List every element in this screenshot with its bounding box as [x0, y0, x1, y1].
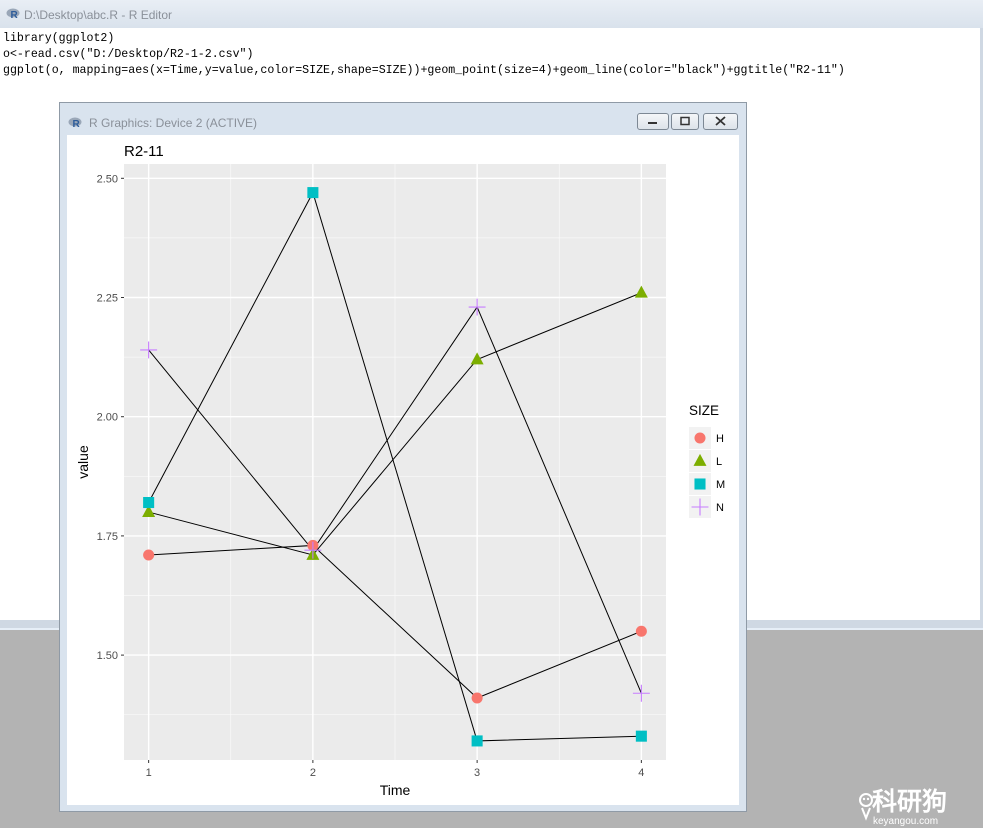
y-tick-label: 2.50 [97, 173, 118, 185]
data-point-H [635, 625, 647, 637]
legend-title: SIZE [689, 403, 719, 418]
y-tick-label: 2.25 [97, 293, 118, 305]
editor-title: D:\Desktop\abc.R - R Editor [24, 8, 173, 22]
watermark-text: 科研狗 [872, 788, 948, 816]
r-logo-icon: R [68, 117, 82, 130]
y-axis-label: value [75, 445, 91, 479]
minimize-icon [648, 122, 657, 124]
graphics-device-window: R R Graphics: Device 2 (ACTIVE) 1.50 1.75… [59, 102, 747, 812]
legend-label: L [716, 456, 722, 468]
maximize-button[interactable] [671, 113, 699, 130]
minimize-button[interactable] [637, 113, 669, 130]
chart-title: R2-11 [124, 143, 164, 160]
data-point-M [143, 497, 155, 509]
r-logo-icon: R [6, 8, 20, 21]
data-point-M [471, 735, 483, 747]
x-axis-label: Time [380, 782, 411, 798]
y-tick-label: 2.00 [97, 412, 118, 424]
data-point-H [471, 692, 483, 704]
close-button[interactable] [703, 113, 738, 130]
legend-symbol-H [694, 432, 706, 444]
x-tick-label: 2 [310, 767, 316, 779]
code-line[interactable]: ggplot(o, mapping=aes(x=Time,y=value,col… [3, 64, 845, 77]
legend-label: M [716, 479, 725, 491]
code-line[interactable]: o<-read.csv("D:/Desktop/R2-1-2.csv") [3, 48, 253, 61]
data-point-M [635, 730, 647, 742]
data-point-H [143, 549, 155, 561]
svg-text:R: R [73, 119, 81, 130]
device-title: R Graphics: Device 2 (ACTIVE) [89, 116, 258, 130]
ggplot-chart: 1.50 1.75 2.00 2.25 2.50 1 2 3 4 R2-11 Time value SI… [75, 143, 725, 798]
y-tick-label: 1.50 [97, 650, 118, 662]
x-tick-label: 1 [146, 767, 152, 779]
y-tick-label: 1.75 [97, 531, 118, 543]
code-line[interactable]: library(ggplot2) [3, 32, 114, 45]
data-point-M [307, 187, 319, 199]
plot-area: 1.50 1.75 2.00 2.25 2.50 1 2 3 4 R2-11 Time value SI… [67, 135, 739, 805]
maximize-icon [680, 116, 690, 126]
legend-symbol-M [694, 478, 706, 490]
legend-label: N [716, 502, 724, 514]
legend-label: H [716, 433, 724, 445]
editor-titlebar[interactable]: R D:\Desktop\abc.R - R Editor [0, 0, 983, 28]
watermark-subtext: keyangou.com [873, 816, 939, 827]
x-tick-label: 4 [638, 767, 644, 779]
x-tick-label: 3 [474, 767, 480, 779]
svg-text:R: R [11, 10, 19, 21]
device-titlebar[interactable]: R R Graphics: Device 2 (ACTIVE) [60, 103, 746, 134]
close-icon [715, 116, 726, 126]
